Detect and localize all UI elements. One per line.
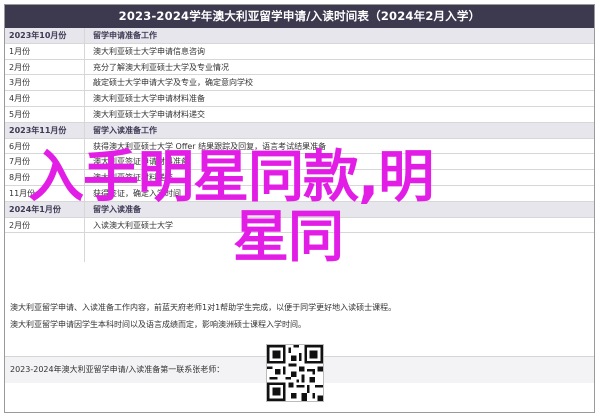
table-row: 5月份 澳大利亚硕士大学申请材料递交	[5, 107, 594, 123]
table-row: 4月份 澳大利亚硕士大学申请材料准备	[5, 91, 594, 107]
note-line-1: 澳大利亚留学申请、入读准备工作内容，前蓝天府老师1对1帮助学生完成，以便于同学更…	[10, 303, 397, 312]
time-cell: 2023年11月份	[9, 125, 67, 135]
event-cell: 留学入读准备工作	[93, 125, 157, 135]
time-cell: 2023年10月份	[9, 31, 67, 40]
event-cell: 澳大利亚硕士大学申请材料准备	[93, 94, 205, 104]
qr-code-icon	[266, 344, 324, 402]
table-row: 1月份 澳大利亚硕士大学申请信息咨询	[5, 44, 594, 60]
table-row: 3月份 敲定硕士大学申请大学及专业，确定意向学校	[5, 75, 594, 92]
time-cell: 2月份	[9, 220, 31, 230]
footer-text: 2023-2024年澳大利亚留学申请/入读准备第一联系张老师：	[10, 365, 225, 374]
event-cell: 留学申请准备工作	[93, 31, 157, 40]
section-row: 2023年11月份 留学入读准备工作	[5, 122, 594, 139]
event-cell: 澳大利亚硕士大学申请信息咨询	[93, 46, 205, 56]
section-row: 2023年10月份 留学申请准备工作	[5, 28, 594, 44]
table-row: 2月份 充分了解澳大利亚硕士大学及专业情况	[5, 60, 594, 76]
time-cell: 2月份	[9, 62, 31, 72]
time-cell: 1月份	[9, 46, 31, 56]
overlay-text-line-2: 星同	[233, 205, 344, 270]
overlay-text-line-1: 入手明星同款,明	[28, 145, 434, 210]
event-cell: 充分了解澳大利亚硕士大学及专业情况	[93, 62, 229, 72]
time-cell: 4月份	[9, 94, 31, 104]
time-cell: 3月份	[9, 78, 31, 88]
time-cell: 5月份	[9, 109, 31, 119]
page-title: 2023-2024学年澳大利亚留学申请/入读时间表（2024年2月入学）	[5, 5, 594, 28]
event-cell: 澳大利亚硕士大学申请材料递交	[93, 109, 205, 119]
event-cell: 敲定硕士大学申请大学及专业，确定意向学校	[93, 78, 253, 88]
note-line-2: 澳大利亚留学申请因学生本科时间以及语言成绩而定，影响澳洲硕士课程入学时间。	[10, 320, 306, 329]
